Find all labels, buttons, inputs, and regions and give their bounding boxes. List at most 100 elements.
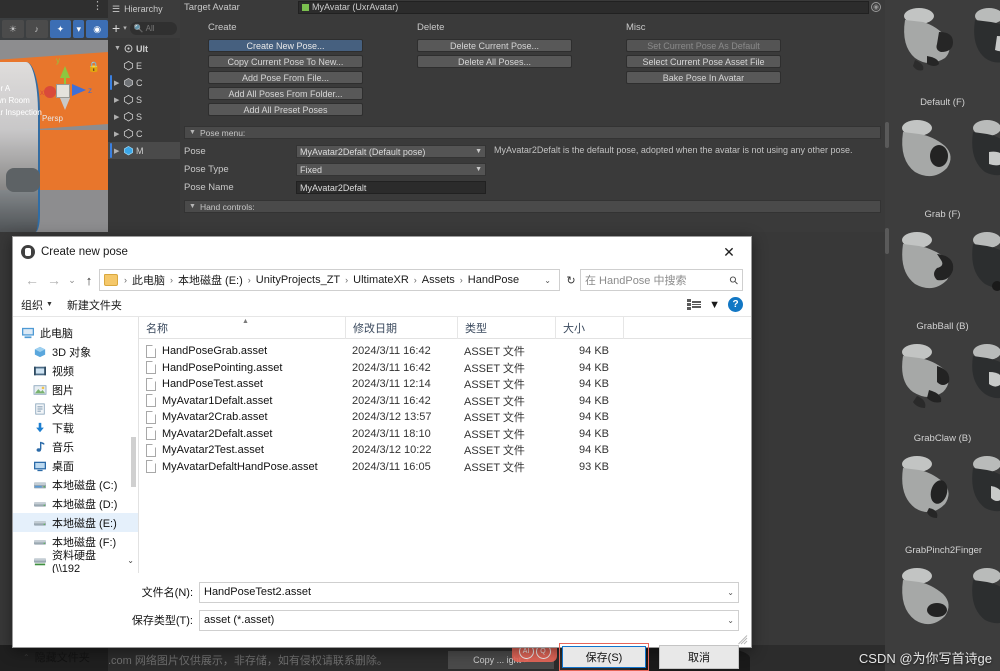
hierarchy-toolbar[interactable]: + ▾ 🔍 All <box>108 18 180 38</box>
gallery-item-2[interactable]: GrabBall (B) <box>885 224 1000 336</box>
sidebar-item-desktop[interactable]: 桌面 <box>13 456 138 475</box>
gallery-item-0[interactable]: Default (F) <box>885 0 1000 112</box>
sidebar-item-drive-e[interactable]: 本地磁盘 (E:) <box>13 513 138 532</box>
file-list-header[interactable]: ▲ 名称 修改日期 类型 大小 <box>139 316 751 339</box>
inspector-panel[interactable]: Target Avatar MyAvatar (UxrAvatar) ◉ Cre… <box>180 0 885 232</box>
dialog-command-bar[interactable]: 组织 ▼ 新建文件夹 ▼ ? <box>13 293 751 317</box>
hand-controls-section-header[interactable]: ▼ Hand controls: <box>184 200 881 213</box>
table-row[interactable]: HandPoseTest.asset 2024/3/11 12:14 ASSET… <box>139 376 751 393</box>
chevron-down-icon[interactable]: ▼ <box>189 129 196 136</box>
column-header-spacer[interactable] <box>623 316 751 339</box>
breadcrumb-item-0[interactable]: 此电脑 <box>131 272 166 288</box>
close-icon[interactable]: ✕ <box>707 237 751 267</box>
pose-type-dropdown[interactable]: Fixed ▼ <box>296 163 486 176</box>
hierarchy-tab[interactable]: ☰ Hierarchy <box>108 0 180 18</box>
pose-name-input[interactable]: MyAvatar2Defalt <box>296 181 486 194</box>
table-row[interactable]: HandPoseGrab.asset 2024/3/11 16:42 ASSET… <box>139 343 751 360</box>
add-all-poses-from-folder-button[interactable]: Add All Poses From Folder... <box>208 87 363 100</box>
hierarchy-item-0[interactable]: E <box>108 57 180 74</box>
sidebar-item-network-drive[interactable]: 资料硬盘 (\\192 ⌄ <box>13 550 138 573</box>
sidebar-item-music[interactable]: 音乐 <box>13 437 138 456</box>
audio-toggle-icon[interactable]: ♪ <box>25 20 48 38</box>
save-file-dialog[interactable]: Create new pose ✕ ← → ⌄ ↑ › 此电脑 › 本地磁盘 (… <box>12 236 752 671</box>
lighting-toggle-icon[interactable]: ☀ <box>2 20 24 38</box>
new-folder-button[interactable]: 新建文件夹 <box>67 297 122 313</box>
add-object-dropdown-icon[interactable]: ▾ <box>123 24 127 32</box>
save-button[interactable]: 保存(S) <box>562 646 646 668</box>
scene-view-toolbar[interactable]: ☀ ♪ ✦ ▾ ◉ <box>0 18 108 40</box>
delete-current-pose-button[interactable]: Delete Current Pose... <box>417 39 572 52</box>
table-row[interactable]: MyAvatar2Test.asset 2024/3/12 10:22 ASSE… <box>139 442 751 459</box>
target-avatar-row[interactable]: Target Avatar MyAvatar (UxrAvatar) ◉ <box>180 0 885 14</box>
view-mode-icon[interactable] <box>687 299 702 310</box>
savetype-row[interactable]: 保存类型(T): asset (*.asset) ⌄ <box>13 609 751 631</box>
sidebar-item-documents[interactable]: 文档 <box>13 399 138 418</box>
sidebar-item-videos[interactable]: 视频 <box>13 361 138 380</box>
gizmo-center-cube[interactable] <box>56 84 70 98</box>
breadcrumb[interactable]: › 此电脑 › 本地磁盘 (E:) › UnityProjects_ZT › U… <box>99 269 560 291</box>
organize-button[interactable]: 组织 ▼ <box>21 297 53 313</box>
gizmo-y-axis[interactable] <box>60 66 70 78</box>
file-list[interactable]: HandPoseGrab.asset 2024/3/11 16:42 ASSET… <box>139 339 751 475</box>
add-all-preset-poses-button[interactable]: Add All Preset Poses <box>208 103 363 116</box>
breadcrumb-dropdown-icon[interactable]: ⌄ <box>544 276 555 285</box>
chevron-down-icon[interactable]: ▼ <box>114 45 121 52</box>
sidebar-item-drive-c[interactable]: 本地磁盘 (C:) <box>13 475 138 494</box>
chevron-down-icon[interactable]: ▼ <box>189 203 196 210</box>
sidebar-item-3d-objects[interactable]: 3D 对象 <box>13 342 138 361</box>
add-pose-from-file-button[interactable]: Add Pose From File... <box>208 71 363 84</box>
breadcrumb-item-2[interactable]: UnityProjects_ZT <box>255 274 341 286</box>
column-header-name[interactable]: ▲ 名称 <box>139 317 345 339</box>
set-current-pose-as-default-button[interactable]: Set Current Pose As Default <box>626 39 781 52</box>
file-list-pane[interactable]: ▲ 名称 修改日期 类型 大小 HandPoseGrab.asset 2024/… <box>139 316 751 573</box>
pose-menu-section-header[interactable]: ▼ Pose menu: <box>184 126 881 139</box>
gizmo-z-axis[interactable] <box>72 84 86 96</box>
dialog-sidebar[interactable]: 此电脑 3D 对象 视频 图片 文档 下载 音乐 桌面 本地磁盘 (C:) 本地… <box>13 317 139 573</box>
hierarchy-item-2[interactable]: ▶ S <box>108 91 180 108</box>
chevron-down-icon[interactable]: ⌄ <box>727 616 734 625</box>
delete-all-poses-button[interactable]: Delete All Poses... <box>417 55 572 68</box>
object-picker-icon[interactable]: ◉ <box>871 2 881 12</box>
scene-viewport[interactable]: 🔒 y x z or A wn Room ar Inspection Persp <box>0 40 108 232</box>
bake-pose-in-avatar-button[interactable]: Bake Pose In Avatar <box>626 71 781 84</box>
hierarchy-search-input[interactable]: 🔍 All <box>129 21 177 35</box>
view-mode-dropdown-icon[interactable]: ▼ <box>709 299 720 311</box>
column-header-type[interactable]: 类型 <box>457 316 555 339</box>
column-header-size[interactable]: 大小 <box>555 316 623 339</box>
gallery-item-1[interactable]: Grab (F) <box>885 112 1000 224</box>
create-new-pose-button[interactable]: Create New Pose... <box>208 39 363 52</box>
recent-locations-icon[interactable]: ⌄ <box>65 275 79 286</box>
pose-name-row[interactable]: Pose Name MyAvatar2Defalt <box>184 181 885 194</box>
search-input[interactable]: 在 HandPose 中搜索 ⚲ <box>580 269 743 291</box>
hierarchy-item-1[interactable]: ▶ C <box>108 74 180 91</box>
column-header-modified[interactable]: 修改日期 <box>345 316 457 339</box>
back-icon[interactable]: ← <box>21 272 43 288</box>
scene-view-panel[interactable]: ⋮ ☀ ♪ ✦ ▾ ◉ 🔒 y x z or A wn Room ar Insp… <box>0 0 108 232</box>
sidebar-item-drive-d[interactable]: 本地磁盘 (D:) <box>13 494 138 513</box>
table-row[interactable]: MyAvatar2Defalt.asset 2024/3/11 18:10 AS… <box>139 426 751 443</box>
breadcrumb-item-5[interactable]: HandPose <box>467 274 520 286</box>
sidebar-item-this-pc[interactable]: 此电脑 <box>13 323 138 342</box>
select-current-pose-asset-file-button[interactable]: Select Current Pose Asset File <box>626 55 781 68</box>
scene-lock-icon[interactable]: 🔒 <box>88 62 100 73</box>
dialog-titlebar[interactable]: Create new pose ✕ <box>13 237 751 267</box>
fx-toggle-icon[interactable]: ✦ <box>49 20 72 38</box>
sidebar-item-pictures[interactable]: 图片 <box>13 380 138 399</box>
visibility-toggle-icon[interactable]: ◉ <box>86 20 108 38</box>
breadcrumb-item-3[interactable]: UltimateXR <box>352 274 410 286</box>
scene-overflow-menu-icon[interactable]: ⋮ <box>92 1 103 12</box>
hierarchy-tree[interactable]: ▼ Ult E ▶ C ▶ S ▶ S ▶ C ▶ M <box>108 38 180 159</box>
forward-icon[interactable]: → <box>43 272 65 288</box>
hide-folders-toggle[interactable]: ⌃ 隐藏文件夹 <box>23 649 90 665</box>
table-row[interactable]: HandPosePointing.asset 2024/3/11 16:42 A… <box>139 360 751 377</box>
sidebar-item-downloads[interactable]: 下载 <box>13 418 138 437</box>
breadcrumb-item-4[interactable]: Assets <box>421 274 456 286</box>
hand-pose-gallery[interactable]: Default (F) Grab (F) GrabBall (B) GrabCl… <box>885 0 1000 671</box>
breadcrumb-item-1[interactable]: 本地磁盘 (E:) <box>177 272 244 288</box>
fx-dropdown-icon[interactable]: ▾ <box>73 20 85 38</box>
help-icon[interactable]: ? <box>728 297 743 312</box>
table-row[interactable]: MyAvatarDefaltHandPose.asset 2024/3/11 1… <box>139 459 751 476</box>
cancel-button[interactable]: 取消 <box>659 645 739 669</box>
pose-row[interactable]: Pose MyAvatar2Defalt (Default pose) ▼ My… <box>184 145 885 158</box>
copy-current-pose-button[interactable]: Copy Current Pose To New... <box>208 55 363 68</box>
